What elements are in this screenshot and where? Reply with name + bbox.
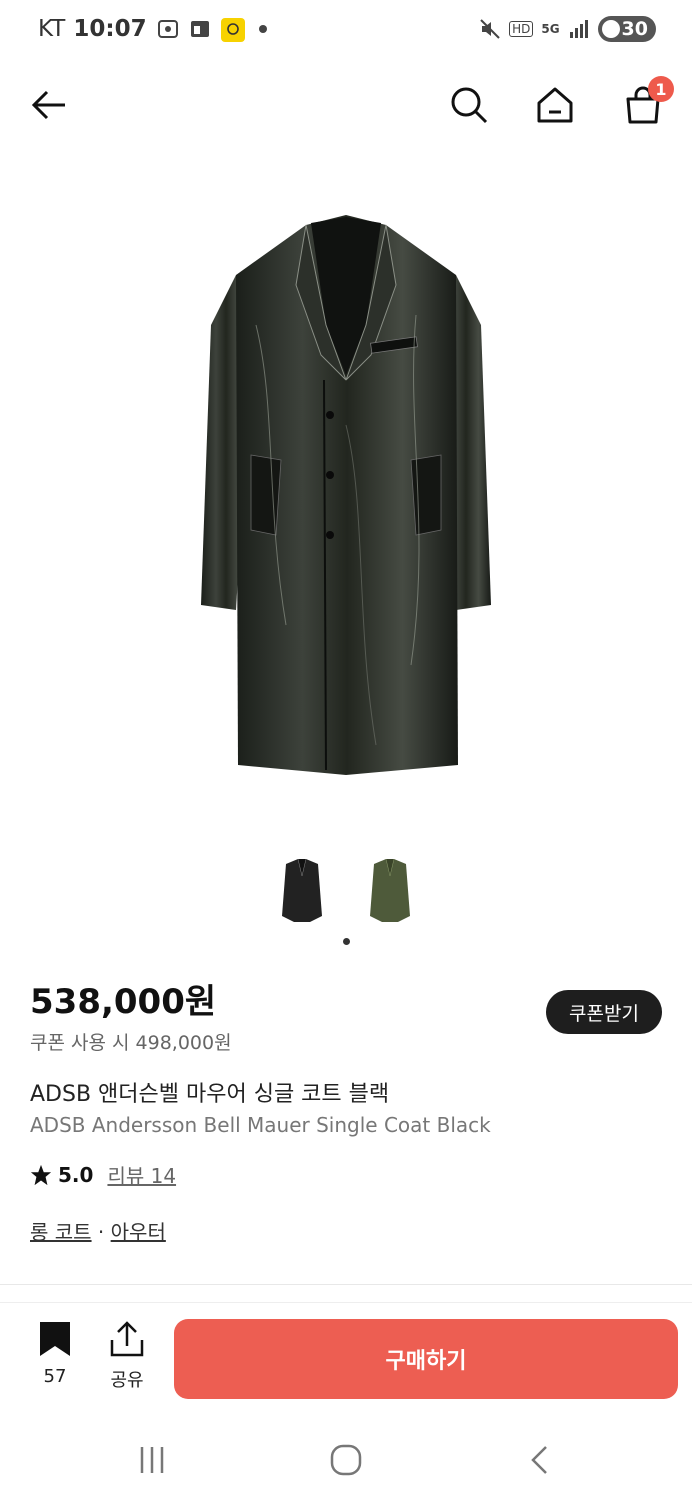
system-back-icon: [531, 1446, 547, 1474]
top-nav: 1: [0, 70, 692, 140]
divider: [0, 1284, 692, 1285]
bookmark-icon: [40, 1322, 70, 1356]
screenshot-icon: [157, 18, 179, 40]
share-label: 공유: [110, 1370, 144, 1391]
window-icon: [189, 18, 211, 40]
thumbnail-green[interactable]: [366, 856, 414, 928]
recent-apps-button[interactable]: [130, 1438, 174, 1482]
hd-icon: HD: [509, 21, 534, 37]
more-notifications-dot: [258, 25, 267, 33]
home-circle-icon: [330, 1444, 362, 1476]
product-name-korean: ADSB 앤더슨벨 마우어 싱글 코트 블랙: [30, 1082, 390, 1107]
product-name-english: ADSB Andersson Bell Mauer Single Coat Bl…: [30, 1113, 491, 1137]
save-count: 57: [43, 1366, 67, 1387]
home-button[interactable]: [532, 82, 578, 128]
buy-button[interactable]: 구매하기: [174, 1319, 678, 1399]
home-icon: [537, 87, 573, 123]
battery-indicator: 30: [597, 16, 656, 42]
app-notification-icon: [220, 18, 245, 42]
cart-button[interactable]: 1: [620, 76, 674, 128]
product-price: 538,000원: [30, 982, 217, 1022]
status-bar: KT 10:07 HD 5G 30: [0, 0, 692, 64]
cart-count-badge: 1: [648, 76, 674, 102]
search-icon: [451, 87, 488, 124]
rating-score: 5.0: [58, 1162, 94, 1187]
carousel-indicator: [343, 938, 350, 945]
back-arrow-icon: [31, 90, 65, 120]
review-link[interactable]: 리뷰 14: [107, 1160, 176, 1189]
clock: 10:07: [73, 16, 147, 42]
carrier-label: KT: [38, 16, 66, 42]
save-button[interactable]: 57: [28, 1320, 82, 1400]
share-icon: [110, 1321, 144, 1357]
status-right: HD 5G 30: [479, 16, 656, 42]
status-left: KT 10:07: [38, 16, 267, 42]
star-icon: [30, 1164, 52, 1185]
system-nav-bar: [0, 1420, 692, 1500]
image-thumbnails: [0, 856, 692, 928]
category-long-coat[interactable]: 롱 코트: [30, 1220, 92, 1244]
category-separator: ·: [97, 1220, 105, 1244]
thumbnail-black[interactable]: [278, 856, 326, 928]
coupon-price: 쿠폰 사용 시 498,000원: [30, 1032, 232, 1054]
divider: [0, 1302, 692, 1303]
system-home-button[interactable]: [324, 1438, 368, 1482]
bottom-action-bar: 57 공유 구매하기: [0, 1308, 692, 1412]
category-outer[interactable]: 아우터: [111, 1220, 166, 1244]
coat-image: [201, 215, 491, 775]
category-breadcrumb: 롱 코트 · 아우터: [30, 1216, 166, 1245]
network-type-icon: 5G: [541, 22, 560, 36]
mute-icon: [479, 18, 501, 40]
signal-icon: [568, 18, 590, 40]
back-button[interactable]: [26, 82, 72, 128]
rating-row: 5.0 리뷰 14: [30, 1160, 176, 1189]
product-image[interactable]: [0, 150, 692, 840]
recent-apps-icon: [140, 1447, 164, 1473]
battery-saver-icon: [601, 20, 620, 38]
system-back-button[interactable]: [518, 1438, 562, 1482]
get-coupon-button[interactable]: 쿠폰받기: [546, 990, 662, 1034]
share-button[interactable]: 공유: [100, 1320, 154, 1400]
battery-level: 30: [621, 18, 648, 40]
search-button[interactable]: [446, 82, 492, 128]
